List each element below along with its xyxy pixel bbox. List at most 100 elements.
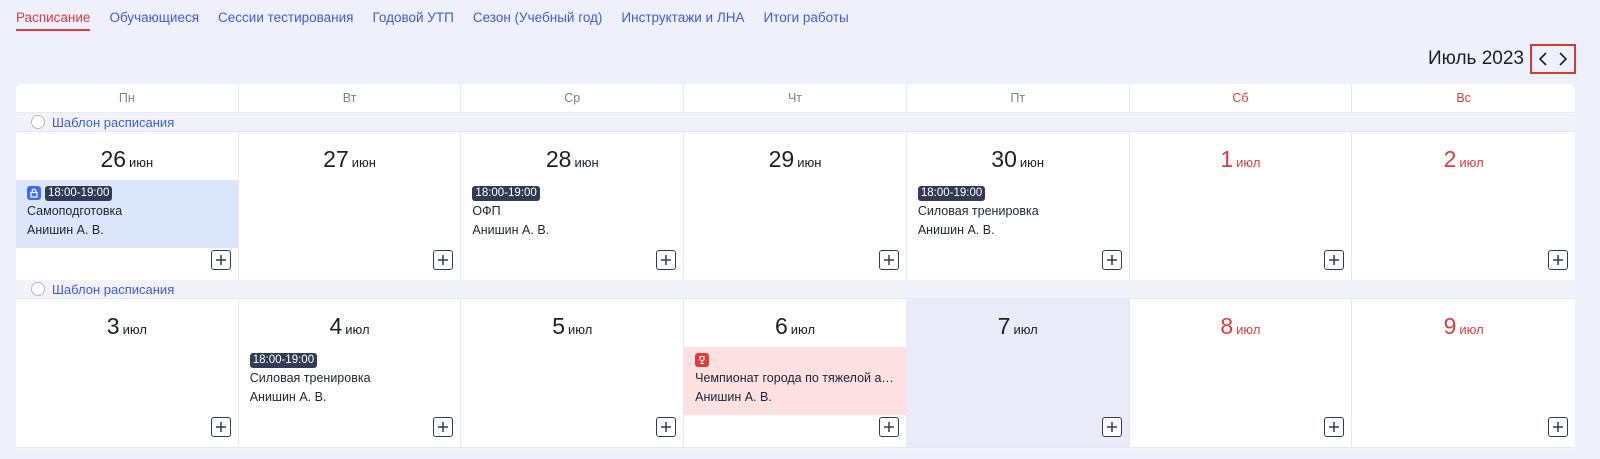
event-title: Силовая тренировка	[249, 371, 371, 385]
day-cell[interactable]: 28 июн 18:00-19:00 ОФП Анишин А. В.	[461, 132, 685, 280]
tab-students[interactable]: Обучающиеся	[109, 10, 199, 31]
add-event-button[interactable]	[1547, 417, 1568, 437]
template-radio[interactable]	[31, 115, 45, 129]
month-header: Июль 2023	[1428, 44, 1576, 74]
calendar-grid: Пн Вт Ср Чт Пт Сб Вс Шаблон расписания 2…	[16, 84, 1575, 453]
day-date: 1 июл	[1130, 146, 1352, 172]
tab-instructions[interactable]: Инструктажи и ЛНА	[621, 10, 744, 31]
day-month: июл	[345, 322, 370, 337]
event-card[interactable]: Чемпионат города по тяжелой атлетике Ани…	[684, 347, 906, 415]
weekday-sat: Сб	[1130, 84, 1353, 112]
add-event-button[interactable]	[433, 250, 454, 270]
day-date: 8 июл	[1130, 313, 1352, 339]
event-time: 18:00-19:00	[917, 185, 986, 201]
day-cell[interactable]: 30 июн 18:00-19:00 Силовая тренировка Ани…	[906, 132, 1130, 280]
add-event-button[interactable]	[1324, 417, 1345, 437]
weekday-sun: Вс	[1456, 91, 1471, 105]
day-month: июл	[1013, 322, 1038, 337]
day-month: июл	[1459, 155, 1484, 170]
day-number: 26	[100, 146, 127, 172]
day-cell[interactable]: 5 июл	[461, 299, 685, 447]
day-number: 1	[1220, 146, 1234, 172]
day-date: 2 июл	[1352, 146, 1575, 172]
day-month: июл	[568, 322, 593, 337]
day-month: июл	[1236, 155, 1261, 170]
day-number: 9	[1443, 313, 1457, 339]
weekday-header: Пн Вт Ср Чт Пт Сб Вс	[16, 84, 1575, 113]
add-event-button[interactable]	[433, 417, 454, 437]
plus-icon	[1552, 422, 1563, 432]
day-month: июн	[129, 155, 154, 170]
event-card[interactable]: 18:00-19:00 Силовая тренировка Анишин А.…	[239, 347, 461, 415]
add-event-button[interactable]	[1324, 250, 1345, 270]
event-title: ОФП	[472, 204, 501, 218]
month-title: Июль 2023	[1427, 48, 1524, 69]
day-cell[interactable]: 4 июл 18:00-19:00 Силовая тренировка Аниш…	[238, 299, 462, 447]
day-date: 4 июл	[239, 313, 461, 339]
day-cell[interactable]: 26 июн 18:00-19:00 Самоподготовка Анишин …	[16, 132, 239, 280]
tab-schedule[interactable]: Расписание	[16, 10, 91, 31]
plus-icon	[661, 422, 672, 432]
day-number: 7	[997, 313, 1011, 339]
add-event-button[interactable]	[878, 417, 899, 437]
add-event-button[interactable]	[210, 250, 231, 270]
day-month: июл	[122, 322, 147, 337]
event-title: Самоподготовка	[27, 204, 123, 218]
prev-month-button[interactable]	[1537, 51, 1549, 67]
weekday-mon: Пн	[16, 84, 239, 112]
weekday-fri: Пт	[907, 84, 1130, 112]
day-date: 26 июн	[16, 146, 238, 172]
event-card[interactable]: 18:00-19:00 ОФП Анишин А. В.	[461, 180, 683, 248]
trophy-icon	[695, 353, 710, 367]
day-cell[interactable]: 1 июл	[1129, 132, 1353, 280]
weekday-thu: Чт	[684, 84, 907, 112]
add-event-button[interactable]	[878, 250, 899, 270]
add-event-button[interactable]	[210, 417, 231, 437]
day-cell[interactable]: 27 июн	[238, 132, 462, 280]
add-event-button[interactable]	[656, 250, 677, 270]
weekday-wed: Ср	[461, 84, 685, 112]
template-radio[interactable]	[31, 282, 45, 296]
plus-icon	[215, 255, 226, 265]
event-title: Чемпионат города по тяжелой атлетике	[695, 371, 895, 385]
day-month: июл	[790, 322, 816, 337]
day-number: 29	[768, 146, 795, 172]
schedule-template-row: Шаблон расписания	[16, 280, 1575, 299]
day-cell[interactable]: 6июл Чемпионат города по тяжелой атлетик…	[684, 299, 907, 447]
tab-test-sessions[interactable]: Сессии тестирования	[218, 10, 353, 31]
day-cell[interactable]: 8 июл	[1129, 299, 1353, 447]
day-number: 8	[1220, 313, 1234, 339]
day-date: 7 июл	[907, 313, 1129, 339]
plus-icon	[438, 422, 449, 432]
day-date: 27 июн	[239, 146, 461, 172]
day-number: 4	[329, 313, 343, 339]
weekday-tue: Вт	[239, 84, 462, 112]
tab-season[interactable]: Сезон (Учебный год)	[473, 10, 603, 31]
tab-annual-plan[interactable]: Годовой УТП	[372, 10, 453, 31]
plus-icon	[661, 255, 672, 265]
add-event-button[interactable]	[656, 417, 677, 437]
day-number: 30	[991, 146, 1017, 172]
day-number: 28	[545, 146, 572, 172]
event-trainer: Анишин А. В.	[249, 390, 327, 404]
event-card[interactable]: 18:00-19:00 Самоподготовка Анишин А. В.	[16, 180, 238, 248]
event-time: 18:00-19:00	[249, 352, 318, 368]
template-label: Шаблон расписания	[52, 114, 175, 130]
day-cell[interactable]: 3 июл	[16, 299, 239, 447]
add-event-button[interactable]	[1101, 250, 1122, 270]
event-card[interactable]: 18:00-19:00 Силовая тренировка Анишин А.…	[907, 180, 1129, 248]
add-event-button[interactable]	[1101, 417, 1122, 437]
next-month-button[interactable]	[1557, 51, 1569, 67]
day-month: июн	[351, 155, 376, 170]
month-nav	[1530, 44, 1576, 74]
plus-icon	[1552, 255, 1563, 265]
day-cell-today[interactable]: 7 июл	[906, 299, 1130, 447]
next-week-strip	[16, 447, 1575, 453]
day-month: июл	[1459, 322, 1484, 337]
add-event-button[interactable]	[1547, 250, 1568, 270]
day-cell[interactable]: 9 июл	[1352, 299, 1575, 447]
day-cell[interactable]: 2 июл	[1352, 132, 1575, 280]
schedule-template-row: Шаблон расписания	[16, 113, 1575, 132]
tab-results[interactable]: Итоги работы	[763, 10, 848, 31]
day-cell[interactable]: 29 июн	[684, 132, 907, 280]
